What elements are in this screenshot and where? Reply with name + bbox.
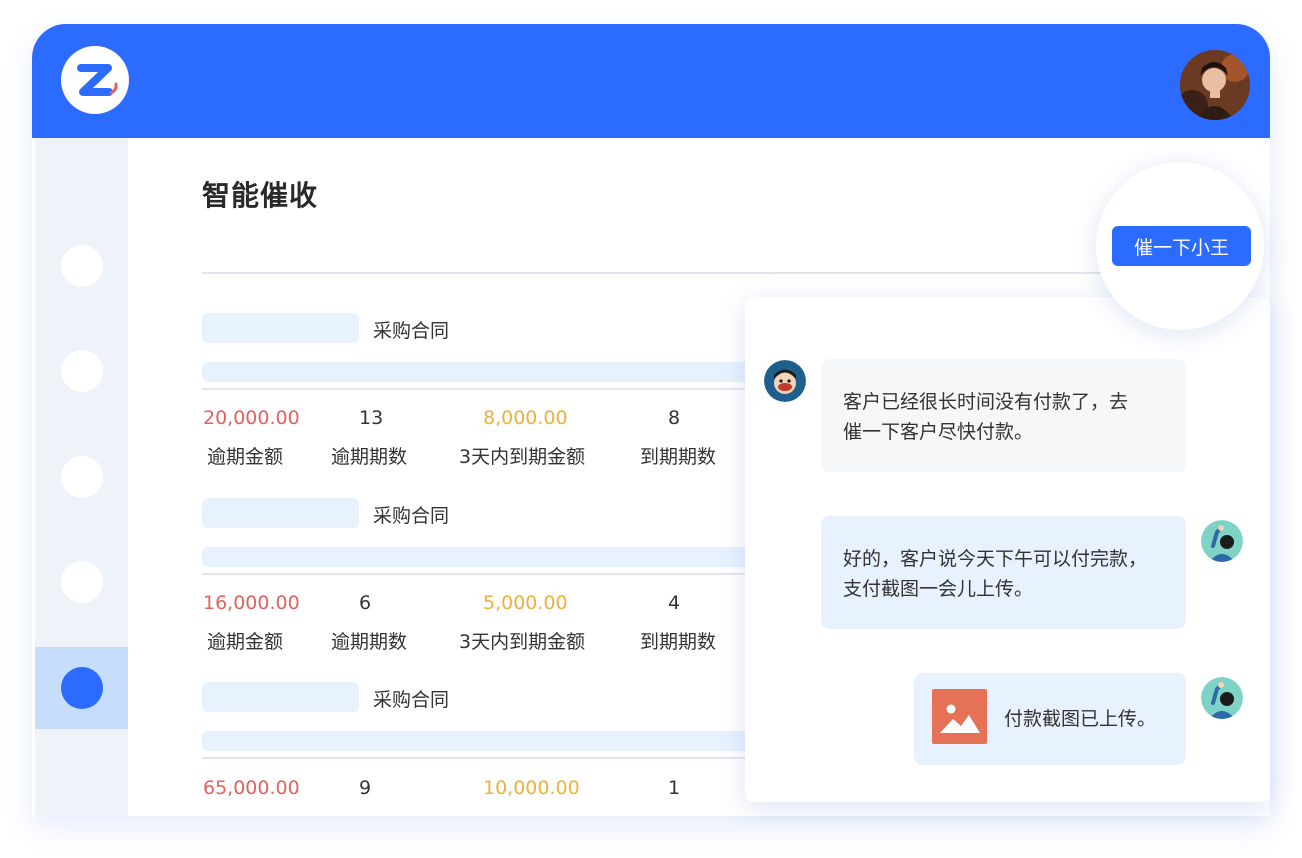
due-periods-value: 8 [668,407,681,429]
top-bar [32,24,1270,138]
due-periods-label: 到期期数 [640,631,717,653]
due-periods-label: 到期期数 [640,446,717,468]
sidebar-item-4[interactable] [61,561,103,603]
contract-type-label: 采购合同 [373,505,450,527]
due-soon-amount-value: 8,000.00 [483,407,568,429]
overdue-amount-value: 65,000.00 [203,777,300,799]
message-line: 好的，客户说今天下午可以付完款， [843,548,1148,570]
due-soon-amount-value: 5,000.00 [483,592,568,614]
contract-divider [202,757,762,759]
contract-type-label: 采购合同 [373,320,450,342]
image-icon[interactable] [932,689,987,744]
message-text: 付款截图已上传。 [1004,708,1157,730]
overdue-periods-value: 6 [359,592,372,614]
header-divider [202,272,1152,274]
message-line: 客户已经很长时间没有付款了，去 [843,391,1129,413]
remind-xiaowang-button[interactable]: 催一下小王 [1112,226,1251,266]
overdue-amount-value: 16,000.00 [203,592,300,614]
contract-detail-placeholder [202,362,762,382]
message-bubble-outgoing: 好的，客户说今天下午可以付完款， 支付截图一会儿上传。 [821,516,1186,629]
sidebar [35,138,128,816]
due-soon-amount-value: 10,000.00 [483,777,580,799]
overdue-periods-value: 9 [359,777,372,799]
z-logo-icon[interactable] [61,46,129,114]
staff-avatar [1201,520,1243,562]
message-line: 支付截图一会儿上传。 [843,578,1034,600]
overdue-periods-label: 逾期期数 [331,446,408,468]
overdue-amount-value: 20,000.00 [203,407,300,429]
sidebar-item-2[interactable] [61,350,103,392]
contract-name-placeholder [202,498,359,528]
overdue-periods-value: 13 [359,407,384,429]
user-avatar[interactable] [1180,50,1250,120]
sidebar-item-3[interactable] [61,456,103,498]
overdue-periods-label: 逾期期数 [331,631,408,653]
sidebar-item-active[interactable] [35,647,128,729]
contract-type-label: 采购合同 [373,689,450,711]
contract-divider [202,573,762,575]
overdue-amount-label: 逾期金额 [207,446,284,468]
contract-detail-placeholder [202,731,762,751]
due-periods-value: 1 [668,777,681,799]
message-line: 催一下客户尽快付款。 [843,421,1034,443]
staff-avatar [1201,677,1243,719]
message-bubble-incoming: 客户已经很长时间没有付款了，去 催一下客户尽快付款。 [821,359,1186,472]
due-periods-value: 4 [668,592,681,614]
contract-divider [202,388,762,390]
contract-name-placeholder [202,682,359,712]
sidebar-item-5[interactable] [61,667,103,709]
due-soon-amount-label: 3天内到期金额 [459,631,586,653]
contract-name-placeholder [202,313,359,343]
page-title: 智能催收 [202,179,319,212]
overdue-amount-label: 逾期金额 [207,631,284,653]
manager-avatar [764,360,806,402]
contract-detail-placeholder [202,547,762,567]
sidebar-item-1[interactable] [61,245,103,287]
due-soon-amount-label: 3天内到期金额 [459,446,586,468]
